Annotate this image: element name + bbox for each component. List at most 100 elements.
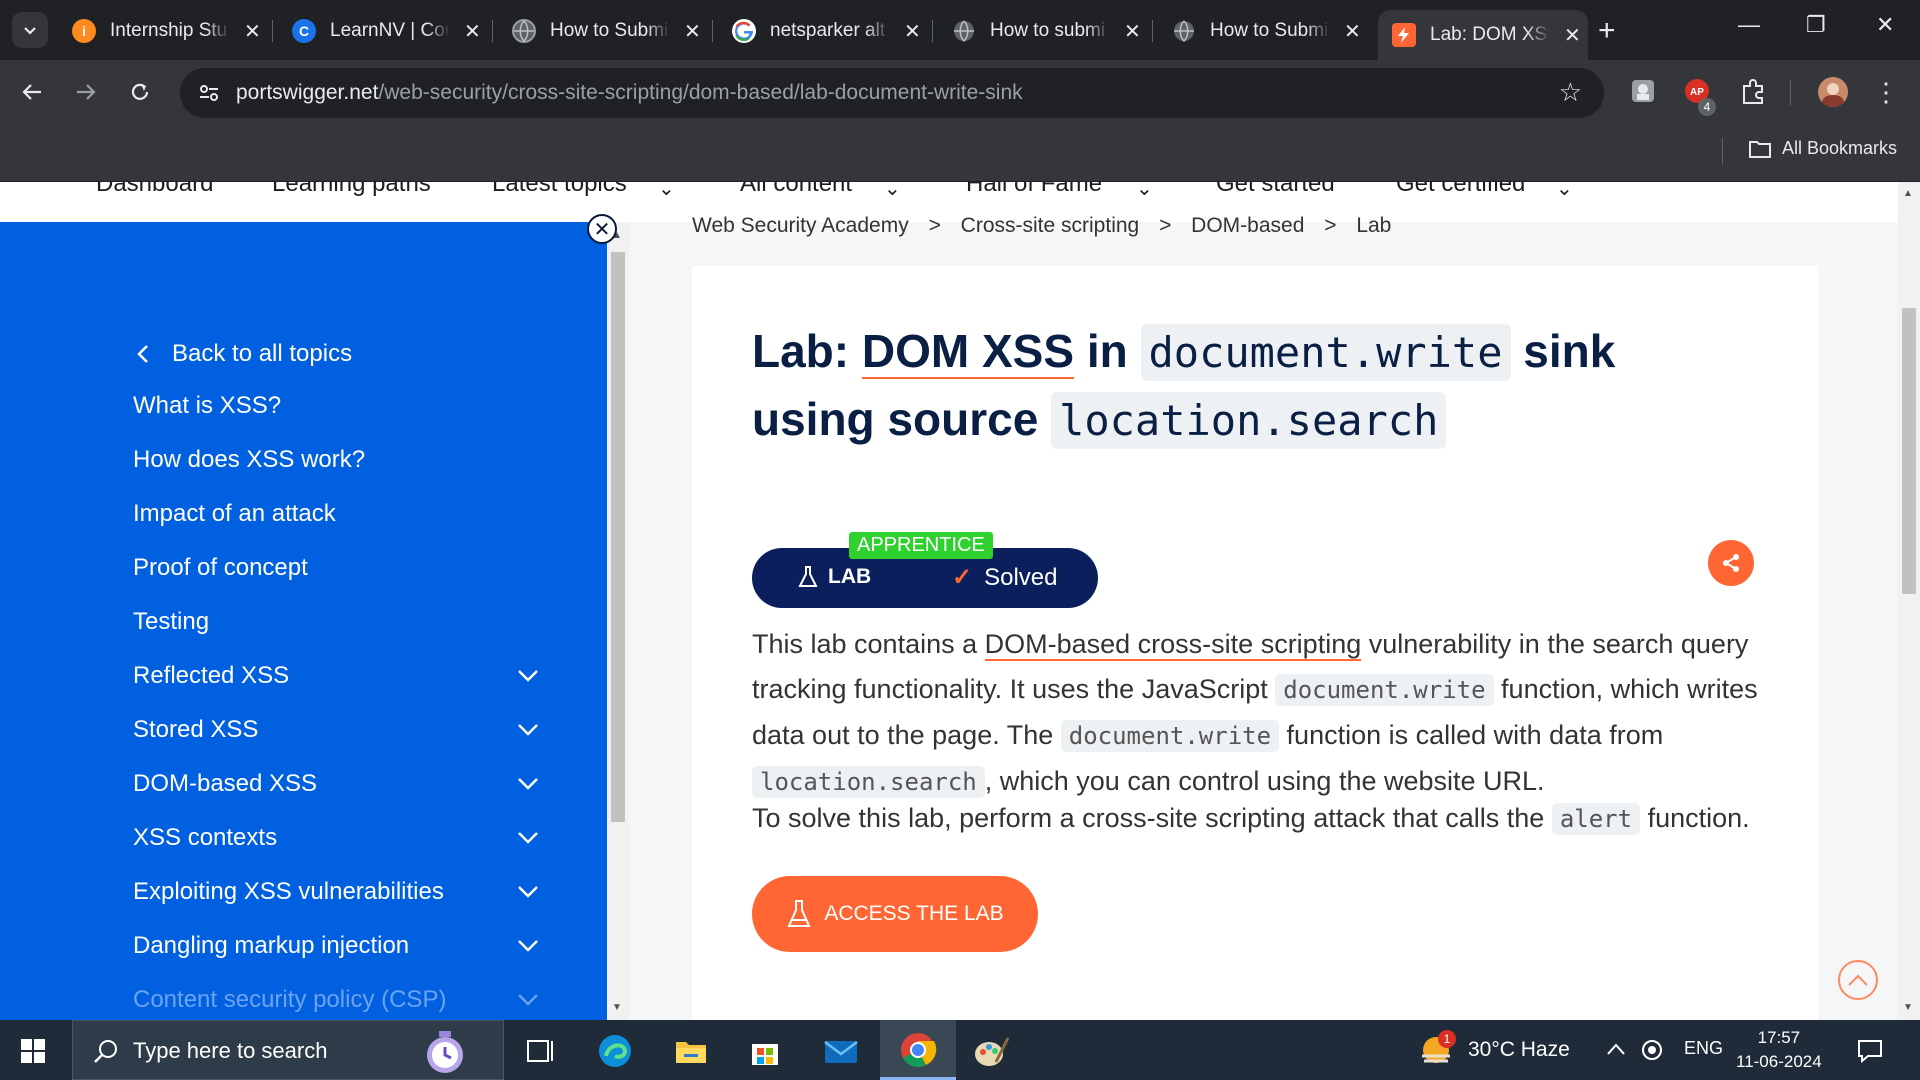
file-explorer-icon[interactable] <box>672 1032 710 1070</box>
chevron-down-icon[interactable] <box>517 831 539 845</box>
sidebar-item-csp[interactable]: Content security policy (CSP) <box>133 986 553 1014</box>
breadcrumb-current[interactable]: Lab <box>1356 214 1391 237</box>
extension-icon[interactable] <box>1628 76 1658 106</box>
chevron-up-icon[interactable] <box>1606 1042 1626 1056</box>
location-icon[interactable] <box>1640 1038 1664 1062</box>
reload-button[interactable] <box>122 74 158 110</box>
sidebar-item-dom-based-xss[interactable]: DOM-based XSS <box>133 770 553 798</box>
browser-tab[interactable]: How to Submi ✕ <box>1158 10 1368 52</box>
chevron-down-icon[interactable] <box>517 777 539 791</box>
sidebar-item-xss-contexts[interactable]: XSS contexts <box>133 824 553 852</box>
lab-status-badge: APPRENTICE LAB ✓ Solved <box>752 532 1098 608</box>
scroll-to-top-button[interactable] <box>1838 960 1878 1000</box>
close-icon[interactable]: ✕ <box>244 19 261 44</box>
browser-tab[interactable]: How to Submi ✕ <box>498 10 708 52</box>
mail-icon[interactable] <box>822 1032 860 1070</box>
access-lab-button[interactable]: ACCESS THE LAB <box>752 876 1038 952</box>
share-button[interactable] <box>1708 540 1754 586</box>
profile-avatar[interactable] <box>1818 77 1848 107</box>
sidebar-item-stored-xss[interactable]: Stored XSS <box>133 716 553 744</box>
close-icon[interactable]: ✕ <box>904 19 921 44</box>
windows-start-icon[interactable] <box>20 1038 46 1064</box>
chevron-down-icon[interactable] <box>517 723 539 737</box>
url-text[interactable]: portswigger.net/web-security/cross-site-… <box>236 81 1023 105</box>
edge-icon[interactable] <box>596 1032 634 1070</box>
sidebar-scroll-thumb[interactable] <box>611 252 625 822</box>
back-to-topics-link[interactable]: Back to all topics <box>136 340 352 368</box>
bookmark-star-icon[interactable]: ☆ <box>1559 77 1582 108</box>
breadcrumb-link[interactable]: Cross-site scripting <box>961 214 1140 237</box>
sidebar-item-reflected-xss[interactable]: Reflected XSS <box>133 662 553 690</box>
sidebar-item-how-xss-works[interactable]: How does XSS work? <box>133 446 553 474</box>
minimize-button[interactable]: — <box>1738 12 1760 38</box>
sidebar-item-exploiting-xss[interactable]: Exploiting XSS vulnerabilities <box>133 878 553 906</box>
task-view-icon[interactable] <box>522 1032 560 1070</box>
sidebar-item-testing[interactable]: Testing <box>133 608 553 636</box>
all-bookmarks-button[interactable]: All Bookmarks <box>1748 138 1897 159</box>
folder-icon <box>1749 140 1771 158</box>
chevron-down-icon[interactable] <box>517 885 539 899</box>
taskbar-search-box[interactable]: Type here to search <box>72 1020 504 1080</box>
sidebar-item-label: Dangling markup injection <box>133 932 410 959</box>
nav-dashboard[interactable]: Dashboard <box>96 182 213 198</box>
breadcrumb-link[interactable]: DOM-based <box>1191 214 1304 237</box>
close-icon[interactable]: ✕ <box>464 19 481 44</box>
browser-tab[interactable]: netsparker alt ✕ <box>718 10 928 52</box>
puzzle-extensions-icon[interactable] <box>1738 76 1768 106</box>
close-icon[interactable]: ✕ <box>684 19 701 44</box>
chrome-taskbar-active[interactable] <box>880 1020 956 1080</box>
weather-text[interactable]: 30°C Haze <box>1468 1038 1570 1062</box>
back-button[interactable] <box>14 74 50 110</box>
site-info-icon[interactable] <box>196 80 222 106</box>
page-scroll-thumb[interactable] <box>1902 308 1916 594</box>
browser-tab[interactable]: How to submi ✕ <box>938 10 1148 52</box>
nav-latest-topics[interactable]: Latest topics <box>492 182 627 198</box>
menu-kebab-icon[interactable]: ⋮ <box>1868 74 1904 110</box>
nav-learning-paths[interactable]: Learning paths <box>272 182 431 198</box>
language-indicator[interactable]: ENG <box>1684 1038 1723 1059</box>
sidebar-item-dangling-markup[interactable]: Dangling markup injection <box>133 932 553 960</box>
microsoft-store-icon[interactable] <box>746 1032 784 1070</box>
address-bar[interactable]: portswigger.net/web-security/cross-site-… <box>180 68 1604 118</box>
browser-tab-active[interactable]: Lab: DOM XSS ✕ <box>1378 10 1588 60</box>
browser-tab[interactable]: C LearnNV | Cou ✕ <box>278 10 488 52</box>
dom-xss-link[interactable]: DOM-based cross-site scripting <box>984 629 1362 661</box>
lab-instructions: To solve this lab, perform a cross-site … <box>752 803 1750 835</box>
chevron-down-icon[interactable]: ⌄ <box>884 182 901 201</box>
chevron-down-icon[interactable]: ⌄ <box>1556 182 1573 201</box>
close-window-button[interactable]: ✕ <box>1876 12 1894 38</box>
sidebar-scrollbar[interactable]: ▲ ▼ <box>607 222 629 1020</box>
close-icon[interactable]: ✕ <box>1344 19 1361 44</box>
chevron-down-icon[interactable] <box>517 669 539 683</box>
restore-button[interactable]: ❐ <box>1806 12 1826 38</box>
chevron-down-icon[interactable]: ⌄ <box>658 182 675 201</box>
close-icon[interactable]: ✕ <box>1124 19 1141 44</box>
sidebar-item-proof-of-concept[interactable]: Proof of concept <box>133 554 553 582</box>
page-scrollbar[interactable]: ▲ ▼ <box>1898 182 1920 1020</box>
url-path: /web-security/cross-site-scripting/dom-b… <box>378 81 1023 104</box>
close-icon[interactable]: ✕ <box>1564 23 1581 48</box>
browser-tab[interactable]: i Internship Stu ✕ <box>58 10 268 52</box>
notification-icon[interactable] <box>1856 1038 1884 1064</box>
title-code: document.write <box>1140 324 1511 381</box>
chevron-down-icon[interactable]: ⌄ <box>1136 182 1153 201</box>
sidebar-item-what-is-xss[interactable]: What is XSS? <box>133 392 553 420</box>
clock[interactable]: 17:57 11-06-2024 <box>1736 1026 1822 1074</box>
breadcrumb-link[interactable]: Web Security Academy <box>692 214 909 237</box>
tab-search-button[interactable] <box>12 12 48 48</box>
tab-strip: i Internship Stu ✕ C LearnNV | Cou ✕ How… <box>0 0 1920 60</box>
nav-all-content[interactable]: All content <box>740 182 852 198</box>
nav-get-started[interactable]: Get started <box>1216 182 1335 198</box>
search-highlight-icon <box>427 1031 463 1073</box>
paint-icon[interactable] <box>972 1032 1010 1070</box>
close-sidebar-button[interactable]: ✕ <box>587 214 617 244</box>
title-link[interactable]: DOM XSS <box>861 325 1075 379</box>
chevron-down-icon[interactable] <box>517 939 539 953</box>
chevron-down-icon[interactable] <box>517 993 539 1007</box>
sidebar-item-impact[interactable]: Impact of an attack <box>133 500 553 528</box>
nav-get-certified[interactable]: Get certified <box>1396 182 1525 198</box>
nav-hall-of-fame[interactable]: Hall of Fame <box>966 182 1102 198</box>
search-icon <box>94 1040 117 1063</box>
new-tab-button[interactable]: + <box>1598 14 1616 48</box>
forward-button[interactable] <box>68 74 104 110</box>
